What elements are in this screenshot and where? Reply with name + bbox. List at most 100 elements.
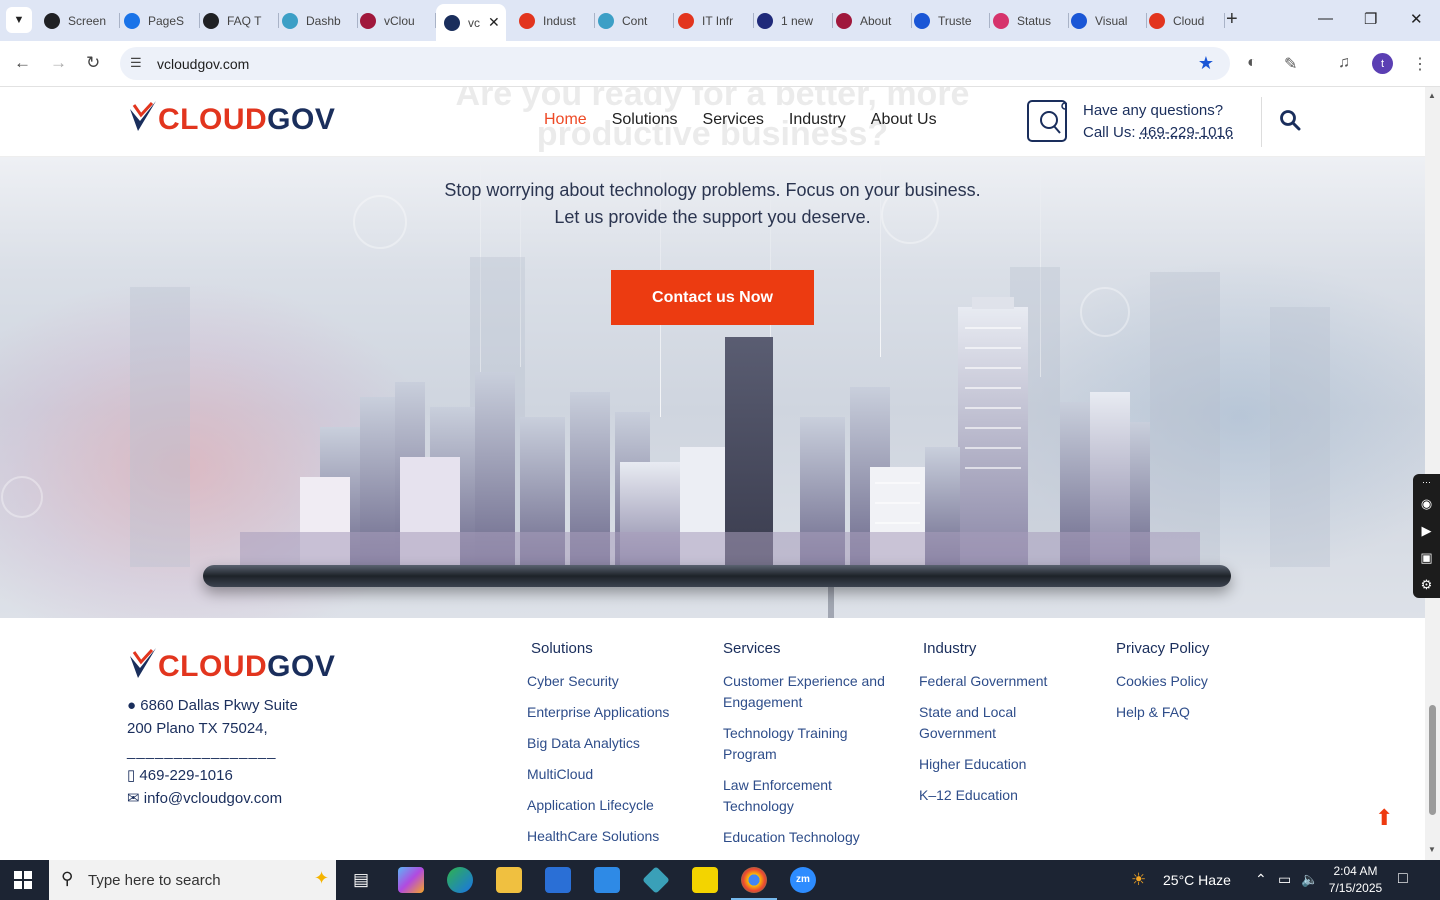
footer-col-title: Solutions — [531, 640, 593, 657]
browser-tab[interactable]: Screen — [44, 6, 120, 35]
nav-industry[interactable]: Industry — [789, 111, 846, 129]
scroll-down-icon[interactable]: ▼ — [1428, 845, 1436, 854]
browser-tab[interactable]: IT Infr — [678, 6, 754, 35]
task-view-icon[interactable]: ▤ — [348, 867, 374, 893]
tray-chevron-icon[interactable]: ⌃ — [1255, 871, 1267, 888]
browser-menu-icon[interactable]: ⋮ — [1412, 54, 1428, 74]
tab-label: FAQ T — [227, 13, 262, 28]
minimize-button[interactable]: — — [1318, 10, 1333, 27]
new-tab-button[interactable]: + — [1226, 9, 1238, 29]
taskbar-search[interactable]: ⚲ Type here to search ✦ — [49, 860, 336, 900]
footer-col-solutions: Solutions Cyber Security Enterprise Appl… — [527, 640, 702, 857]
browser-tab[interactable]: Visual — [1071, 6, 1147, 35]
tab-label: vc — [468, 15, 480, 30]
browser-tab[interactable]: FAQ T — [203, 6, 279, 35]
network-icon[interactable]: ▭ — [1278, 871, 1291, 888]
bookmark-star-icon[interactable]: ★ — [1198, 53, 1214, 74]
translate-icon[interactable]: ◐ — [1247, 54, 1257, 72]
media-control-icon[interactable]: ♫ — [1338, 54, 1350, 72]
browser-tab[interactable]: vc ✕ — [436, 4, 506, 41]
scroll-thumb[interactable] — [1429, 705, 1436, 815]
nav-services[interactable]: Services — [703, 111, 764, 129]
footer-link[interactable]: HealthCare Solutions — [527, 826, 702, 847]
browser-tab[interactable]: PageS — [124, 6, 200, 35]
footer-link[interactable]: K–12 Education — [919, 785, 1079, 806]
mail-icon[interactable] — [594, 867, 620, 893]
tool-more-icon[interactable]: ⋯ — [1413, 474, 1440, 490]
back-to-top-arrow-icon[interactable]: ⬆ — [1375, 805, 1393, 831]
nav-about-us[interactable]: About Us — [871, 111, 937, 129]
app-icon[interactable] — [642, 866, 670, 894]
forward-icon[interactable]: → — [50, 53, 67, 73]
url-text[interactable]: vcloudgov.com — [157, 56, 249, 72]
browser-tab[interactable]: 1 new — [757, 6, 833, 35]
taskbar-search-placeholder[interactable]: Type here to search — [88, 872, 221, 889]
weather-text[interactable]: 25°C Haze — [1163, 872, 1231, 888]
envelope-icon: ✉ — [127, 790, 144, 807]
footer-link[interactable]: MultiCloud — [527, 764, 702, 785]
notifications-icon[interactable]: □ — [1398, 870, 1408, 888]
address-bar[interactable]: ☰ vcloudgov.com ★ — [120, 47, 1230, 80]
system-clock[interactable]: 2:04 AM 7/15/2025 — [1328, 863, 1383, 897]
tab-close-icon[interactable]: ✕ — [488, 14, 500, 31]
copilot-icon[interactable] — [398, 867, 424, 893]
footer-link[interactable]: Higher Education — [919, 754, 1079, 775]
windows-start-icon[interactable] — [14, 871, 32, 889]
browser-tab[interactable]: About — [836, 6, 912, 35]
site-settings-icon[interactable]: ☰ — [130, 55, 142, 71]
footer-link[interactable]: Cyber Security — [527, 671, 702, 692]
footer-link[interactable]: Customer Experience and Engagement — [723, 671, 888, 713]
footer-link[interactable]: Law Enforcement Technology — [723, 775, 888, 817]
tab-label: About — [860, 13, 892, 28]
volume-icon[interactable]: 🔈 — [1301, 871, 1318, 888]
footer-logo[interactable]: CLOUDGOV — [128, 646, 335, 682]
zoom-icon[interactable]: zm — [790, 867, 816, 893]
window-icon[interactable]: ▣ — [1413, 544, 1440, 571]
footer-link[interactable]: Cookies Policy — [1116, 671, 1276, 692]
reload-icon[interactable]: ↻ — [86, 53, 100, 73]
footer-link[interactable]: Big Data Analytics — [527, 733, 702, 754]
nav-solutions[interactable]: Solutions — [612, 111, 678, 129]
footer-link[interactable]: Federal Government — [919, 671, 1079, 692]
footer-link[interactable]: Application Lifecycle — [527, 795, 702, 816]
site-logo[interactable]: CLOUDGOV — [128, 99, 335, 135]
footer-link[interactable]: Education Technology — [723, 827, 888, 848]
profile-avatar[interactable]: t — [1372, 53, 1393, 74]
camera-icon[interactable]: ◉ — [1413, 490, 1440, 517]
footer-divider: ________________ — [127, 743, 277, 760]
restore-button[interactable]: ❐ — [1364, 10, 1377, 28]
footer-link[interactable]: State and Local Government — [919, 702, 1079, 744]
browser-tab[interactable]: Dashb — [282, 6, 358, 35]
edge-icon[interactable] — [447, 867, 473, 893]
store-icon[interactable] — [545, 867, 571, 893]
tab-search-button[interactable]: ▼ — [6, 7, 32, 33]
nav-home[interactable]: Home — [544, 111, 587, 129]
footer-col-title[interactable]: Privacy Policy — [1116, 640, 1276, 657]
browser-tab[interactable]: vClou — [360, 6, 436, 35]
footer-link[interactable]: Help & FAQ — [1116, 702, 1276, 723]
close-window-button[interactable]: ✕ — [1410, 10, 1423, 28]
video-icon[interactable]: ▶ — [1413, 517, 1440, 544]
logo-text-cloud: CLOUD — [158, 650, 268, 683]
back-icon[interactable]: ← — [14, 53, 31, 73]
footer-address: ● 6860 Dallas Pkwy Suite 200 Plano TX 75… — [127, 694, 298, 740]
file-explorer-icon[interactable] — [496, 867, 522, 893]
footer-link[interactable]: Enterprise Applications — [527, 702, 702, 723]
footer-phone[interactable]: ▯ 469-229-1016 — [127, 766, 233, 784]
sticky-notes-icon[interactable] — [692, 867, 718, 893]
extensions-icon[interactable]: ✎ — [1284, 54, 1297, 74]
footer-link[interactable]: Technology Training Program — [723, 723, 888, 765]
search-icon[interactable] — [1279, 109, 1301, 131]
browser-tab[interactable]: Truste — [914, 6, 990, 35]
footer-email[interactable]: ✉ info@vcloudgov.com — [127, 789, 282, 807]
browser-tab[interactable]: Indust — [519, 6, 595, 35]
browser-tab[interactable]: Cont — [598, 6, 674, 35]
browser-tab[interactable]: Cloud — [1149, 6, 1225, 35]
scroll-up-icon[interactable]: ▲ — [1428, 91, 1436, 100]
tab-favicon-icon — [1149, 12, 1165, 29]
header-phone-link[interactable]: 469-229-1016 — [1140, 124, 1233, 141]
browser-tab[interactable]: Status — [993, 6, 1069, 35]
settings-gear-icon[interactable]: ⚙ — [1413, 571, 1440, 598]
chrome-icon[interactable] — [731, 867, 777, 900]
contact-us-button[interactable]: Contact us Now — [611, 270, 814, 325]
